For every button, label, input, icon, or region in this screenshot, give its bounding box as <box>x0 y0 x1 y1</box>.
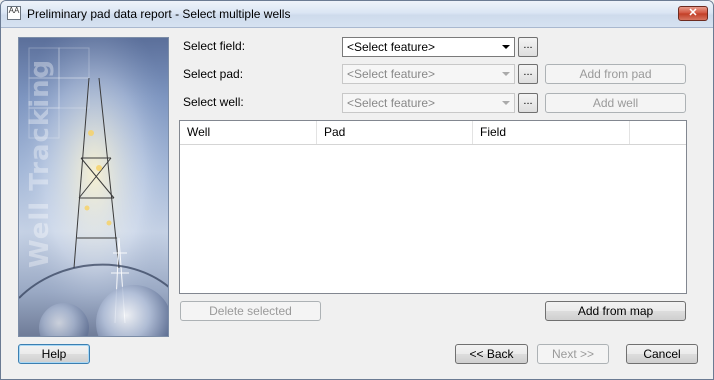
add-well-button[interactable]: Add well <box>545 93 686 113</box>
add-from-pad-button[interactable]: Add from pad <box>545 64 686 84</box>
help-button[interactable]: Help <box>18 344 90 364</box>
add-from-map-button[interactable]: Add from map <box>545 301 686 321</box>
select-pad-value: <Select feature> <box>347 67 436 81</box>
close-icon: ✕ <box>688 7 698 19</box>
wells-list-header: Well Pad Field <box>180 121 686 145</box>
well-tracking-banner-image: Well Tracking <box>18 37 169 337</box>
back-button[interactable]: << Back <box>455 344 528 364</box>
select-field-combo[interactable]: <Select feature> <box>342 37 515 57</box>
close-button[interactable]: ✕ <box>678 6 708 21</box>
column-header-well[interactable]: Well <box>180 121 317 144</box>
app-icon: AA <box>7 6 21 20</box>
title-bar: AA Preliminary pad data report - Select … <box>1 1 713 28</box>
dialog-window: AA Preliminary pad data report - Select … <box>0 0 714 380</box>
browse-field-button[interactable]: ... <box>518 37 538 57</box>
next-button[interactable]: Next >> <box>537 344 609 364</box>
wells-list[interactable]: Well Pad Field <box>179 120 687 294</box>
select-pad-label: Select pad: <box>183 67 244 81</box>
select-field-label: Select field: <box>183 39 246 53</box>
delete-selected-button[interactable]: Delete selected <box>180 301 321 321</box>
banner-title: Well Tracking <box>25 58 55 268</box>
chevron-down-icon <box>502 72 510 76</box>
chevron-down-icon <box>502 45 510 49</box>
column-header-filler <box>630 121 686 144</box>
select-well-label: Select well: <box>183 95 244 109</box>
select-well-combo[interactable]: <Select feature> <box>342 93 515 113</box>
chevron-down-icon <box>502 101 510 105</box>
column-header-pad[interactable]: Pad <box>317 121 473 144</box>
select-well-value: <Select feature> <box>347 96 436 110</box>
select-pad-combo[interactable]: <Select feature> <box>342 64 515 84</box>
cancel-button[interactable]: Cancel <box>626 344 698 364</box>
browse-well-button[interactable]: ... <box>518 93 538 113</box>
column-header-field[interactable]: Field <box>473 121 630 144</box>
browse-pad-button[interactable]: ... <box>518 64 538 84</box>
window-title: Preliminary pad data report - Select mul… <box>27 7 291 21</box>
select-field-value: <Select feature> <box>347 40 436 54</box>
